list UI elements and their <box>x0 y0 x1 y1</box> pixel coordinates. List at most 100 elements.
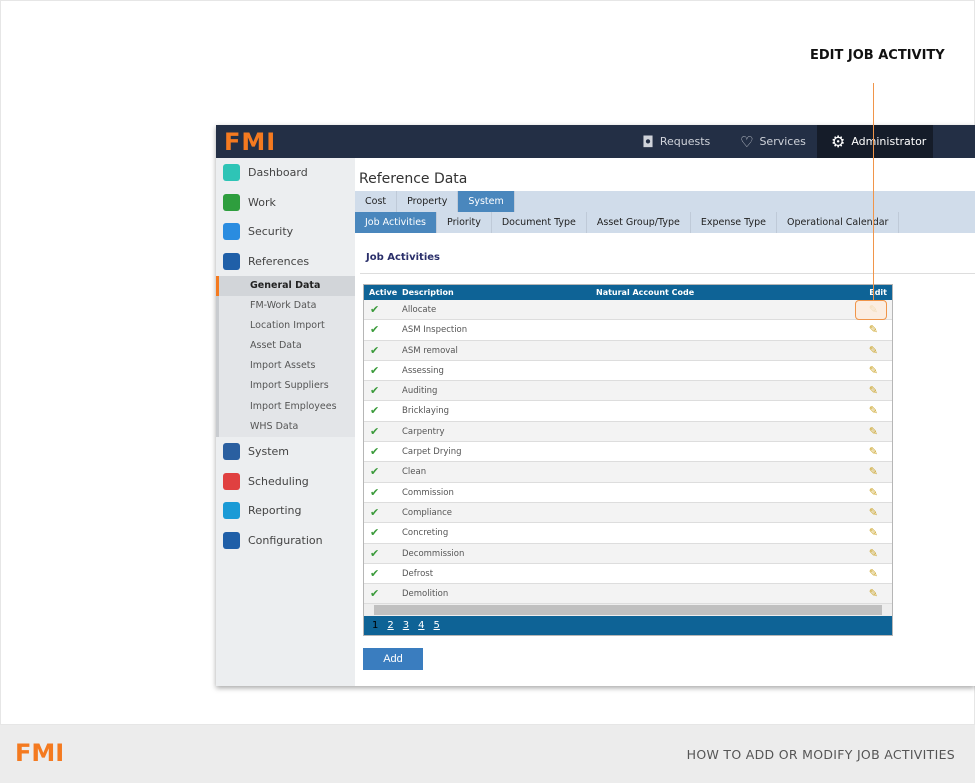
sidebar-subitem[interactable]: FM-Work Data <box>216 296 355 316</box>
active-check-icon: ✔ <box>370 483 379 503</box>
active-check-icon: ✔ <box>370 422 379 442</box>
scheduling-icon <box>223 473 240 490</box>
edit-pencil-icon[interactable]: ✎ <box>869 483 878 503</box>
tab-document-type[interactable]: Document Type <box>492 212 587 233</box>
col-edit: Edit <box>869 285 887 300</box>
sidebar-item-configuration[interactable]: Configuration <box>216 525 355 555</box>
edit-pencil-icon[interactable]: ✎ <box>869 503 878 523</box>
table-row: ✔Demolition✎ <box>364 584 892 604</box>
top-bar: FMI ◘Requests ♡Services ⚙Administrator <box>216 125 975 158</box>
edit-pencil-icon[interactable]: ✎ <box>869 544 878 564</box>
table-row: ✔Auditing✎ <box>364 381 892 401</box>
tab-operational-calendar[interactable]: Operational Calendar <box>777 212 899 233</box>
tab-asset-group-type[interactable]: Asset Group/Type <box>587 212 691 233</box>
system-icon <box>223 443 240 460</box>
table-row: ✔Defrost✎ <box>364 564 892 584</box>
tab-cost[interactable]: Cost <box>355 191 397 212</box>
references-icon <box>223 253 240 270</box>
subcategory-tabs: Job ActivitiesPriorityDocument TypeAsset… <box>355 212 975 233</box>
edit-pencil-icon[interactable]: ✎ <box>869 442 878 462</box>
table-row: ✔Carpet Drying✎ <box>364 442 892 462</box>
footer: FMI HOW TO ADD OR MODIFY JOB ACTIVITIES <box>0 725 975 783</box>
sidebar-item-work[interactable]: Work <box>216 188 355 218</box>
footer-logo: FMI <box>15 739 64 767</box>
table-row: ✔Bricklaying✎ <box>364 401 892 421</box>
table-header: Active Description Natural Account Code … <box>364 285 892 300</box>
edit-pencil-icon[interactable]: ✎ <box>869 401 878 421</box>
sidebar-subitem[interactable]: Import Assets <box>216 356 355 376</box>
active-check-icon: ✔ <box>370 381 379 401</box>
edit-pencil-icon[interactable]: ✎ <box>869 381 878 401</box>
horizontal-scrollbar[interactable] <box>364 604 892 616</box>
section-title: Job Activities <box>366 252 440 263</box>
heartbeat-icon: ♡ <box>740 133 753 151</box>
add-button[interactable]: Add <box>363 648 423 670</box>
table-row: ✔Carpentry✎ <box>364 422 892 442</box>
nav-administrator[interactable]: ⚙Administrator <box>817 125 933 158</box>
page-link[interactable]: 2 <box>387 620 393 631</box>
sidebar-subitem[interactable]: Asset Data <box>216 336 355 356</box>
page-link[interactable]: 1 <box>372 620 378 631</box>
sidebar-item-scheduling[interactable]: Scheduling <box>216 466 355 496</box>
reporting-icon <box>223 502 240 519</box>
edit-pencil-icon[interactable]: ✎ <box>869 523 878 543</box>
annotation-line <box>873 83 874 301</box>
page-title: Reference Data <box>359 171 467 187</box>
tab-expense-type[interactable]: Expense Type <box>691 212 777 233</box>
app-window: FMI ◘Requests ♡Services ⚙Administrator D… <box>216 125 975 686</box>
edit-pencil-icon[interactable]: ✎ <box>869 422 878 442</box>
col-active: Active <box>369 285 397 300</box>
table-row: ✔Concreting✎ <box>364 523 892 543</box>
table-row: ✔Allocate✎ <box>364 300 892 320</box>
table-row: ✔Decommission✎ <box>364 544 892 564</box>
job-activities-table: Active Description Natural Account Code … <box>363 284 893 636</box>
sidebar-item-dashboard[interactable]: Dashboard <box>216 158 355 188</box>
page-link[interactable]: 5 <box>434 620 440 631</box>
footer-title: HOW TO ADD OR MODIFY JOB ACTIVITIES <box>687 747 955 762</box>
tab-property[interactable]: Property <box>397 191 458 212</box>
nav-services[interactable]: ♡Services <box>726 125 820 158</box>
divider <box>360 273 975 274</box>
tab-system[interactable]: System <box>458 191 514 212</box>
table-row: ✔ASM removal✎ <box>364 341 892 361</box>
sidebar-item-system[interactable]: System <box>216 437 355 467</box>
annotation-label: EDIT JOB ACTIVITY <box>810 48 945 63</box>
edit-pencil-icon[interactable]: ✎ <box>869 584 878 604</box>
edit-pencil-icon[interactable]: ✎ <box>869 341 878 361</box>
page-link[interactable]: 3 <box>403 620 409 631</box>
dashboard-icon <box>223 164 240 181</box>
active-check-icon: ✔ <box>370 300 379 320</box>
active-check-icon: ✔ <box>370 320 379 340</box>
sidebar-subitem[interactable]: Import Suppliers <box>216 376 355 396</box>
security-icon <box>223 223 240 240</box>
page-link[interactable]: 4 <box>418 620 424 631</box>
table-row: ✔Clean✎ <box>364 462 892 482</box>
edit-highlight <box>855 300 887 320</box>
active-check-icon: ✔ <box>370 544 379 564</box>
sidebar-item-references[interactable]: References <box>216 247 355 277</box>
col-description: Description <box>402 285 454 300</box>
active-check-icon: ✔ <box>370 584 379 604</box>
edit-pencil-icon[interactable]: ✎ <box>869 564 878 584</box>
tab-job-activities[interactable]: Job Activities <box>355 212 437 233</box>
sidebar: DashboardWorkSecurityReferencesGeneral D… <box>216 158 355 686</box>
edit-pencil-icon[interactable]: ✎ <box>869 462 878 482</box>
active-check-icon: ✔ <box>370 462 379 482</box>
active-check-icon: ✔ <box>370 341 379 361</box>
table-row: ✔Compliance✎ <box>364 503 892 523</box>
edit-pencil-icon[interactable]: ✎ <box>869 320 878 340</box>
sidebar-item-reporting[interactable]: Reporting <box>216 496 355 526</box>
sidebar-subitem[interactable]: WHS Data <box>216 417 355 437</box>
table-row: ✔Assessing✎ <box>364 361 892 381</box>
edit-pencil-icon[interactable]: ✎ <box>869 361 878 381</box>
table-row: ✔ASM Inspection✎ <box>364 320 892 340</box>
camera-icon: ◘ <box>642 133 654 151</box>
sidebar-item-security[interactable]: Security <box>216 217 355 247</box>
sidebar-subitem[interactable]: Location Import <box>216 316 355 336</box>
sidebar-subitem[interactable]: General Data <box>216 276 355 296</box>
sidebar-subitem[interactable]: Import Employees <box>216 397 355 417</box>
tab-priority[interactable]: Priority <box>437 212 492 233</box>
gear-icon: ⚙ <box>831 132 845 151</box>
work-icon <box>223 194 240 211</box>
nav-requests[interactable]: ◘Requests <box>628 125 724 158</box>
